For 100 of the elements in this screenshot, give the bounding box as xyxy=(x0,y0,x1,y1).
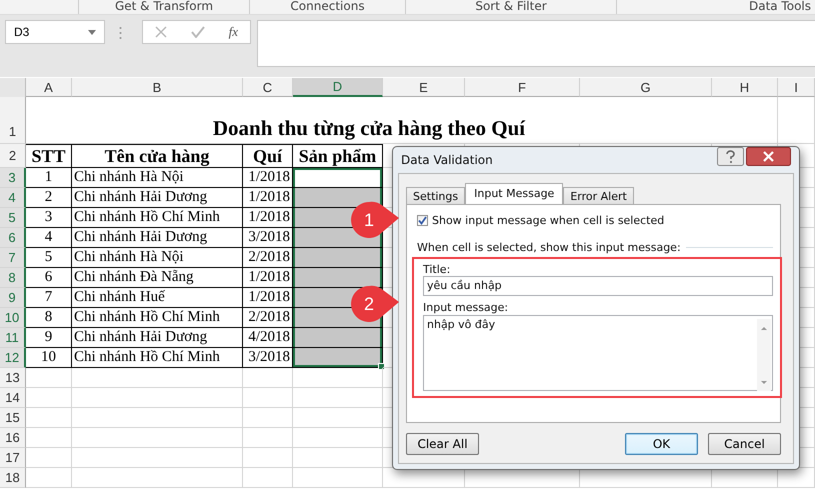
table-cell: Chi nhánh Hồ Chí Minh xyxy=(72,308,243,328)
row-header[interactable]: 17 xyxy=(0,448,26,468)
empty-cell[interactable] xyxy=(712,97,778,144)
checkbox[interactable] xyxy=(417,215,428,226)
table-cell: 2 xyxy=(26,188,72,208)
table-cell: Chi nhánh Hà Nội xyxy=(72,168,243,188)
column-header[interactable]: A xyxy=(26,78,72,97)
formula-input[interactable] xyxy=(257,20,815,67)
empty-cell[interactable] xyxy=(293,428,383,448)
empty-cell[interactable] xyxy=(72,448,243,468)
empty-cell[interactable] xyxy=(293,388,383,408)
row-header[interactable]: 11 xyxy=(0,328,26,348)
help-button[interactable] xyxy=(717,147,744,166)
row-header[interactable]: 14 xyxy=(0,388,26,408)
empty-cell[interactable] xyxy=(243,368,293,388)
empty-cell[interactable] xyxy=(243,428,293,448)
table-cell: 5 xyxy=(26,248,72,268)
column-header[interactable]: I xyxy=(778,78,815,97)
selected-cell[interactable] xyxy=(293,268,383,288)
row-header[interactable]: 7 xyxy=(0,248,26,268)
row-header[interactable]: 9 xyxy=(0,288,26,308)
column-header[interactable]: D xyxy=(293,78,383,97)
empty-cell[interactable] xyxy=(243,468,293,488)
table-cell: Chi nhánh Huế xyxy=(72,288,243,308)
name-box[interactable]: D3 xyxy=(5,20,105,44)
cancel-icon[interactable] xyxy=(154,26,167,38)
close-button[interactable] xyxy=(746,147,791,166)
table-cell: 3 xyxy=(26,208,72,228)
ribbon-group-label: Get & Transform xyxy=(114,0,214,12)
table-cell: Chi nhánh Hải Dương xyxy=(72,188,243,208)
table-cell: Chi nhánh Đà Nẵng xyxy=(72,268,243,288)
checkbox-label[interactable]: Show input message when cell is selected xyxy=(432,214,664,227)
column-header[interactable]: C xyxy=(243,78,293,97)
scrollbar[interactable] xyxy=(757,319,771,391)
header-cell: Tên cửa hàng xyxy=(72,144,243,168)
check-icon[interactable] xyxy=(190,26,205,38)
row-header[interactable]: 16 xyxy=(0,428,26,448)
column-header[interactable]: E xyxy=(383,78,465,97)
header-cell: Quí xyxy=(243,144,293,168)
row-header[interactable]: 15 xyxy=(0,408,26,428)
select-all-corner[interactable] xyxy=(0,78,26,98)
row-header[interactable]: 4 xyxy=(0,188,26,208)
section-label: When cell is selected, show this input message: xyxy=(417,241,681,254)
selected-cell[interactable] xyxy=(293,348,383,368)
row-header[interactable]: 8 xyxy=(0,268,26,288)
row-header[interactable]: 3 xyxy=(0,168,26,188)
selected-cell[interactable] xyxy=(293,188,383,208)
column-header[interactable]: G xyxy=(580,78,712,97)
grip-icon xyxy=(119,26,122,40)
tab[interactable]: Input Message xyxy=(465,183,564,204)
header-cell: STT xyxy=(26,144,72,168)
dialog-button[interactable]: Cancel xyxy=(708,433,781,455)
title-input[interactable]: yêu cầu nhập xyxy=(423,276,773,296)
row-header[interactable]: 6 xyxy=(0,228,26,248)
empty-cell[interactable] xyxy=(72,388,243,408)
row-header[interactable]: 5 xyxy=(0,208,26,228)
table-cell: 10 xyxy=(26,348,72,368)
step-callout-tooltip: 2 xyxy=(349,284,401,324)
column-header[interactable]: H xyxy=(712,78,778,97)
empty-cell[interactable] xyxy=(293,368,383,388)
row-header[interactable]: 12 xyxy=(0,348,26,368)
row-header[interactable]: 1 xyxy=(0,97,26,144)
tab[interactable]: Error Alert xyxy=(563,187,634,204)
empty-cell[interactable] xyxy=(243,388,293,408)
empty-cell[interactable] xyxy=(72,408,243,428)
fill-handle[interactable] xyxy=(378,363,385,370)
empty-cell[interactable] xyxy=(293,468,383,488)
message-input[interactable]: nhập vô đây xyxy=(423,315,773,391)
row-header[interactable]: 18 xyxy=(0,468,26,488)
dialog-button[interactable]: OK xyxy=(625,433,698,455)
dialog-title: Data Validation xyxy=(401,153,493,167)
table-cell: Chi nhánh Hồ Chí Minh xyxy=(72,208,243,228)
row-header[interactable]: 2 xyxy=(0,144,26,168)
insert-function-button[interactable]: fx xyxy=(228,24,238,40)
empty-cell[interactable] xyxy=(72,428,243,448)
column-header[interactable]: B xyxy=(72,78,243,97)
table-cell: 1 xyxy=(26,168,72,188)
ribbon-group-label: Data Tools xyxy=(748,0,811,12)
ribbon-group-label: Sort & Filter xyxy=(475,0,547,12)
row-header[interactable]: 10 xyxy=(0,308,26,328)
table-cell: 8 xyxy=(26,308,72,328)
table-cell: 9 xyxy=(26,328,72,348)
empty-cell[interactable] xyxy=(72,368,243,388)
selected-cell[interactable] xyxy=(293,328,383,348)
table-cell: 4 xyxy=(26,228,72,248)
field-label: Title: xyxy=(423,263,450,276)
empty-cell[interactable] xyxy=(243,408,293,428)
table-cell: 6 xyxy=(26,268,72,288)
field-label: Input message: xyxy=(423,301,508,314)
ribbon-group-label: Connections xyxy=(290,0,365,12)
empty-cell[interactable] xyxy=(72,468,243,488)
selected-cell[interactable] xyxy=(293,248,383,268)
empty-cell[interactable] xyxy=(293,408,383,428)
tab[interactable]: Settings xyxy=(406,187,466,204)
row-header[interactable]: 13 xyxy=(0,368,26,388)
empty-cell[interactable] xyxy=(293,448,383,468)
dialog-button[interactable]: Clear All xyxy=(406,433,479,455)
column-header[interactable]: F xyxy=(465,78,580,97)
active-cell[interactable] xyxy=(293,168,383,188)
empty-cell[interactable] xyxy=(243,448,293,468)
